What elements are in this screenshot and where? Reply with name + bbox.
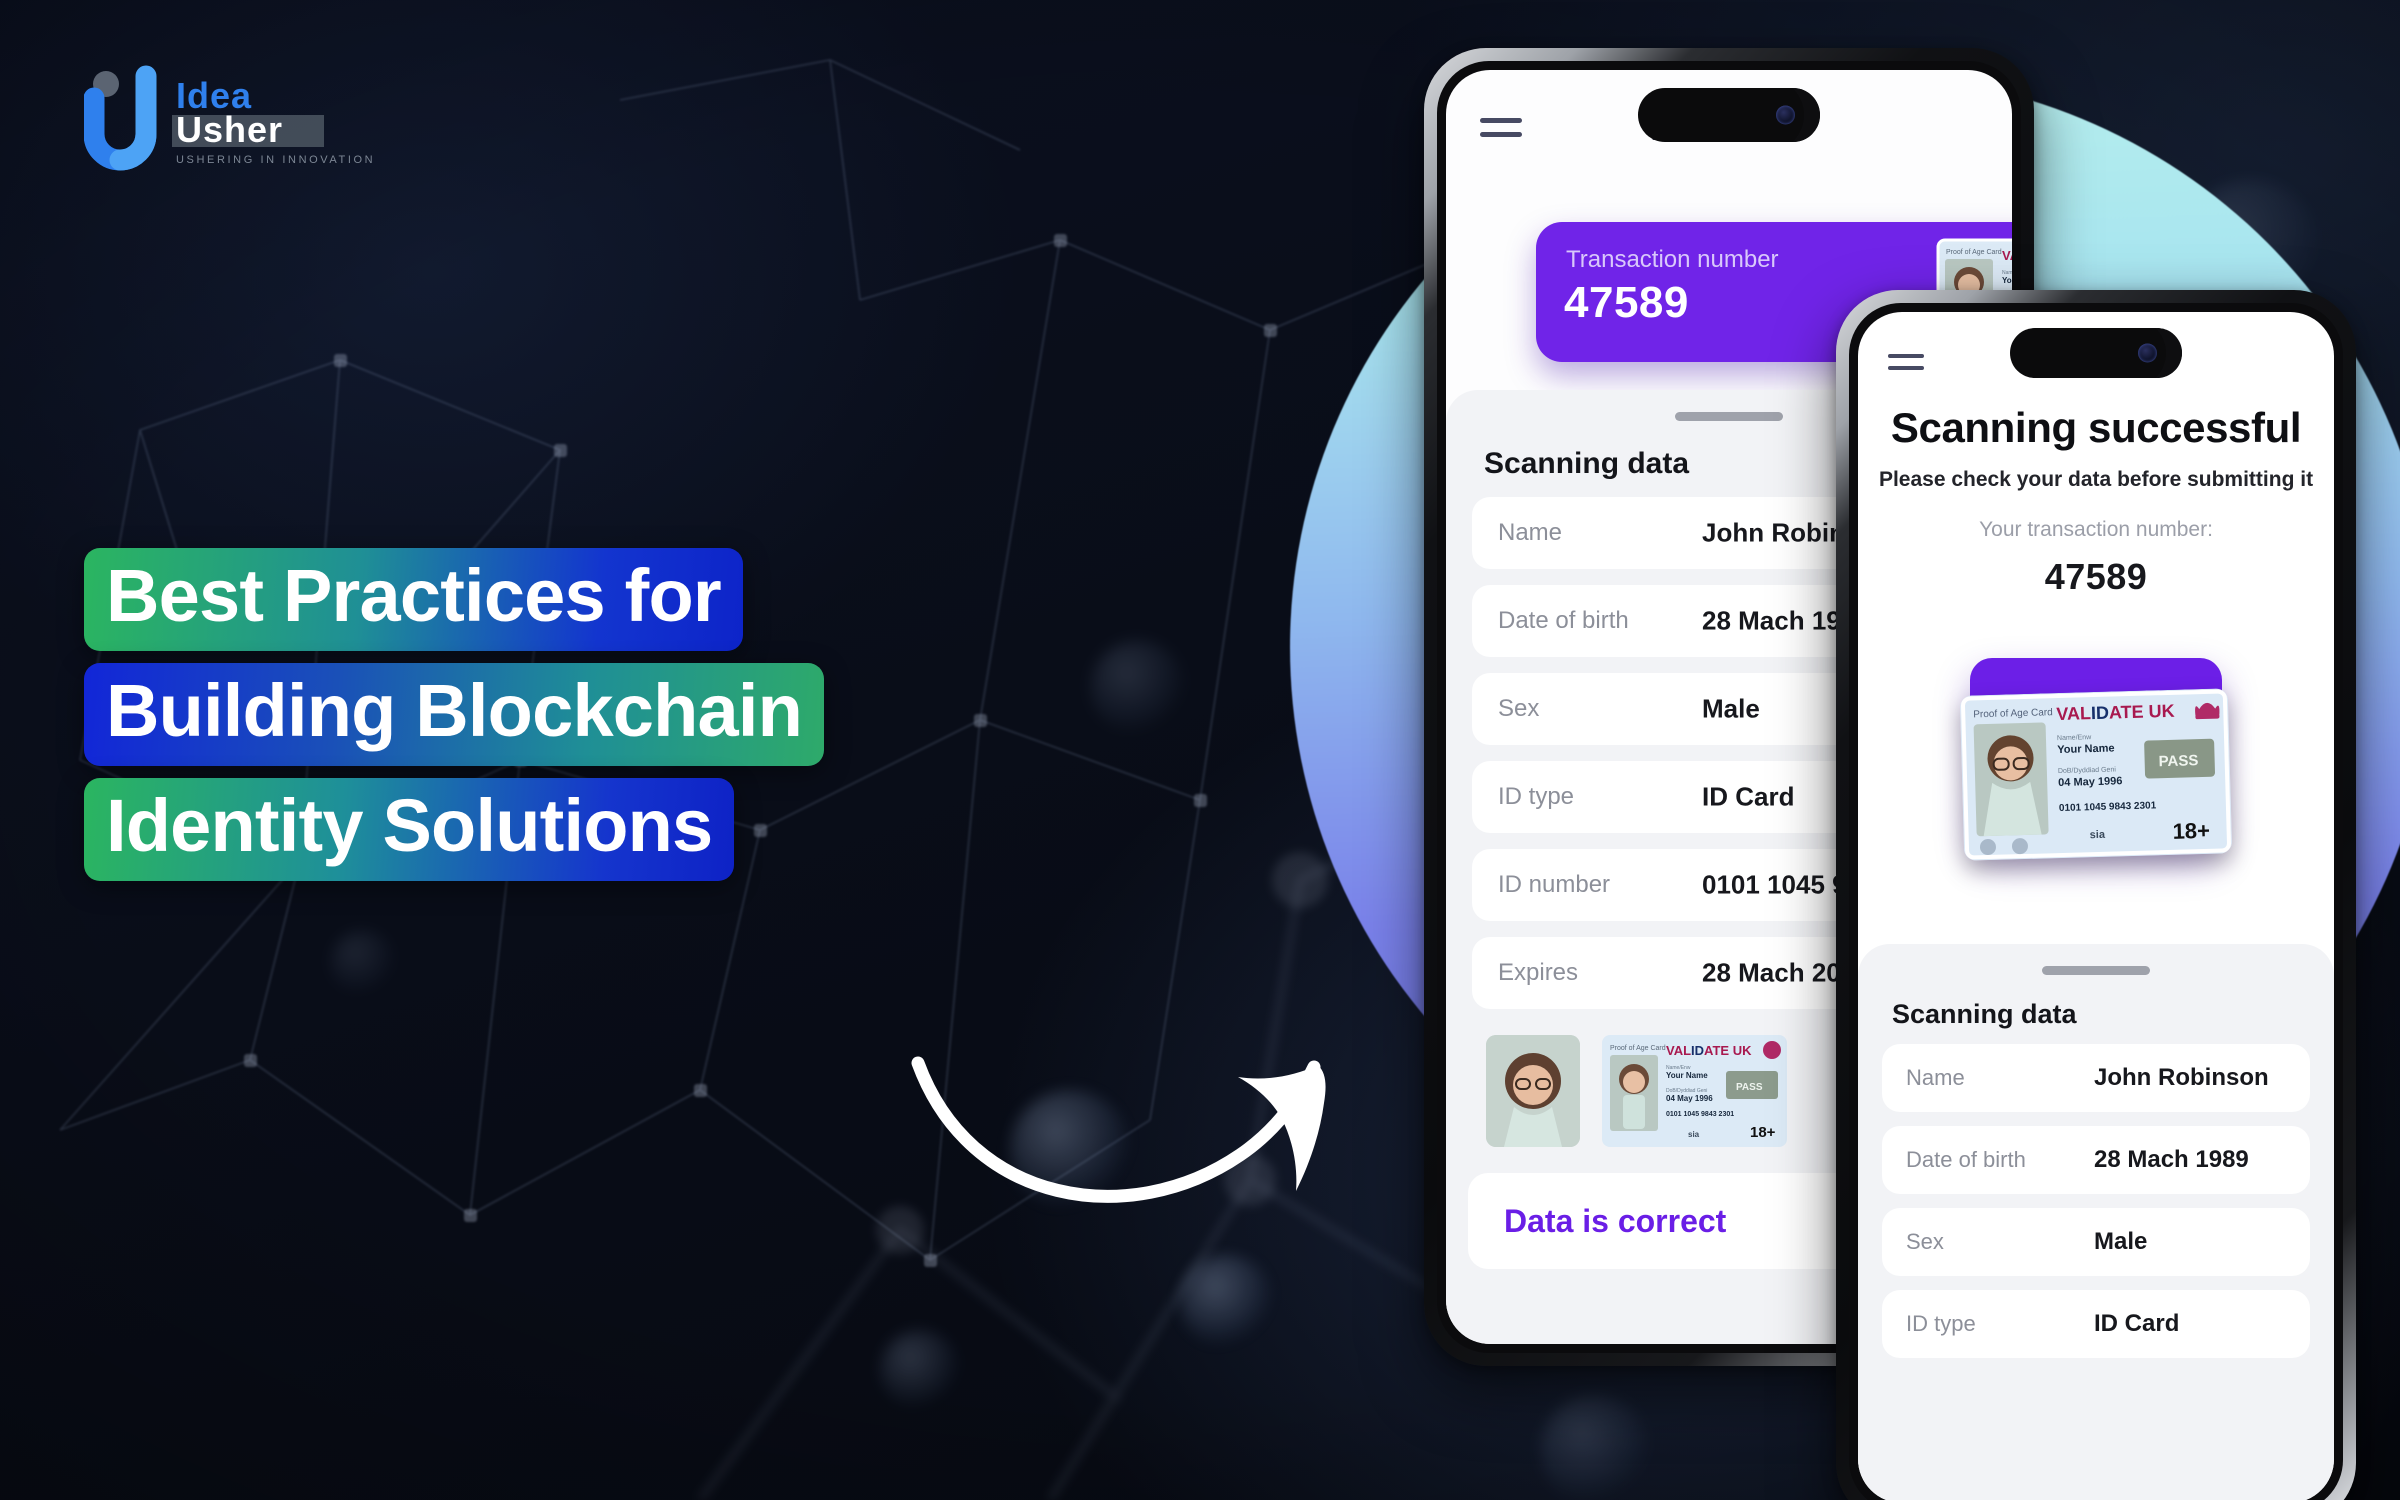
scanned-id-card-image: Proof of Age Card VALIDATE UK Name/Enw Y… [1602, 1035, 1787, 1147]
scanned-id-card-large: Proof of Age Card VALIDATE UK Name/Enw Y… [1959, 688, 2233, 861]
id-card-stage: Proof of Age Card VALIDATE UK Name/Enw Y… [1858, 652, 2334, 902]
logo-tagline: USHERING IN INNOVATION [176, 154, 375, 166]
hamburger-menu-icon[interactable] [1480, 118, 1522, 137]
svg-text:VALIDATE UK: VALIDATE UK [1666, 1043, 1752, 1058]
table-row: Date of birth 28 Mach 1989 [1882, 1126, 2310, 1194]
phone-mockup-front: ID Checker Scanning successful Please ch… [1836, 290, 2356, 1500]
sheet-title-front: Scanning data [1892, 999, 2077, 1029]
row-value: John Robinson [2094, 1064, 2269, 1091]
portrait-photo [1486, 1035, 1580, 1147]
svg-text:sia: sia [1688, 1130, 1700, 1139]
headline-line-1: Best Practices for [84, 548, 743, 651]
hamburger-menu-icon[interactable] [1888, 354, 1924, 378]
dynamic-island [1638, 88, 1820, 142]
row-key: ID number [1498, 871, 1611, 898]
transaction-number-value: 47589 [2044, 556, 2148, 597]
svg-text:sia: sia [2090, 829, 2107, 841]
transaction-number-label: Your transaction number: [1979, 518, 2213, 541]
row-key: Date of birth [1498, 607, 1629, 634]
phone-screen-front: ID Checker Scanning successful Please ch… [1858, 312, 2334, 1500]
table-row: Name John Robinson [1882, 1044, 2310, 1112]
headline-line-2: Building Blockchain [84, 662, 825, 766]
svg-text:04 May 1996: 04 May 1996 [1666, 1094, 1713, 1103]
row-key: Date of birth [1906, 1147, 2026, 1172]
transaction-label: Transaction number [1566, 246, 1779, 273]
logo-word-usher: Usher [176, 109, 283, 150]
svg-text:Name/Enw: Name/Enw [2057, 734, 2092, 742]
svg-text:Proof of Age Card: Proof of Age Card [1610, 1045, 1666, 1052]
svg-text:18+: 18+ [2172, 818, 2210, 844]
success-title: Scanning successful [1890, 404, 2302, 451]
svg-text:PASS: PASS [1736, 1082, 1763, 1093]
svg-text:0101 1045 9843 2301: 0101 1045 9843 2301 [1666, 1111, 1734, 1118]
row-key: Sex [1906, 1229, 1944, 1254]
svg-text:VALIDATE UK: VALIDATE UK [2056, 701, 2175, 724]
row-key: Expires [1498, 959, 1579, 986]
front-camera-icon [2138, 343, 2157, 363]
row-value: Male [2094, 1228, 2148, 1255]
sheet-grab-handle[interactable] [2042, 966, 2150, 975]
row-value: 28 Mach 1989 [2094, 1146, 2249, 1173]
row-value: ID Card [1702, 781, 1795, 812]
logo-mark: Idea Usher USHERING IN INNOVATION [83, 65, 375, 171]
dynamic-island [2010, 328, 2182, 378]
success-subtitle: Please check your data before submitting… [1878, 468, 2314, 491]
headline-line-3: Identity Solutions [84, 777, 735, 881]
svg-text:Your Name: Your Name [2002, 276, 2012, 285]
idea-usher-logo[interactable]: Idea Usher USHERING IN INNOVATION [83, 62, 384, 172]
row-key: Name [1906, 1065, 1965, 1090]
svg-text:Your Name: Your Name [1666, 1071, 1708, 1080]
row-key: Sex [1498, 695, 1540, 722]
scan-success-block: Scanning successful Please check your da… [1858, 404, 2334, 598]
curved-arrow-graphic [900, 1015, 1400, 1275]
svg-text:Proof of Age Card: Proof of Age Card [1973, 707, 2053, 720]
svg-text:04 May 1996: 04 May 1996 [2058, 775, 2123, 789]
svg-text:VALIDATE UK: VALIDATE UK [2002, 248, 2012, 263]
table-row: Sex Male [1882, 1208, 2310, 1276]
row-value: ID Card [2094, 1310, 2180, 1337]
table-row: ID type ID Card [1882, 1290, 2310, 1358]
svg-text:18+: 18+ [1750, 1124, 1776, 1141]
front-camera-icon [1776, 105, 1795, 125]
row-value: Male [1702, 693, 1760, 724]
row-key: Name [1498, 519, 1563, 546]
svg-text:Your Name: Your Name [2057, 742, 2115, 756]
transaction-value: 47589 [1564, 278, 1689, 327]
page-title: Best Practices for Building Blockchain I… [84, 548, 1084, 881]
scanning-data-sheet-front: Scanning data Name John Robinson Date of… [1858, 944, 2334, 1500]
row-key: ID type [1498, 783, 1575, 810]
svg-text:Proof of Age Card: Proof of Age Card [1946, 249, 2002, 256]
svg-text:PASS: PASS [2158, 752, 2198, 770]
data-is-correct-label: Data is correct [1504, 1202, 1727, 1239]
row-key: ID type [1906, 1311, 1976, 1336]
sheet-grab-handle[interactable] [1675, 412, 1783, 421]
